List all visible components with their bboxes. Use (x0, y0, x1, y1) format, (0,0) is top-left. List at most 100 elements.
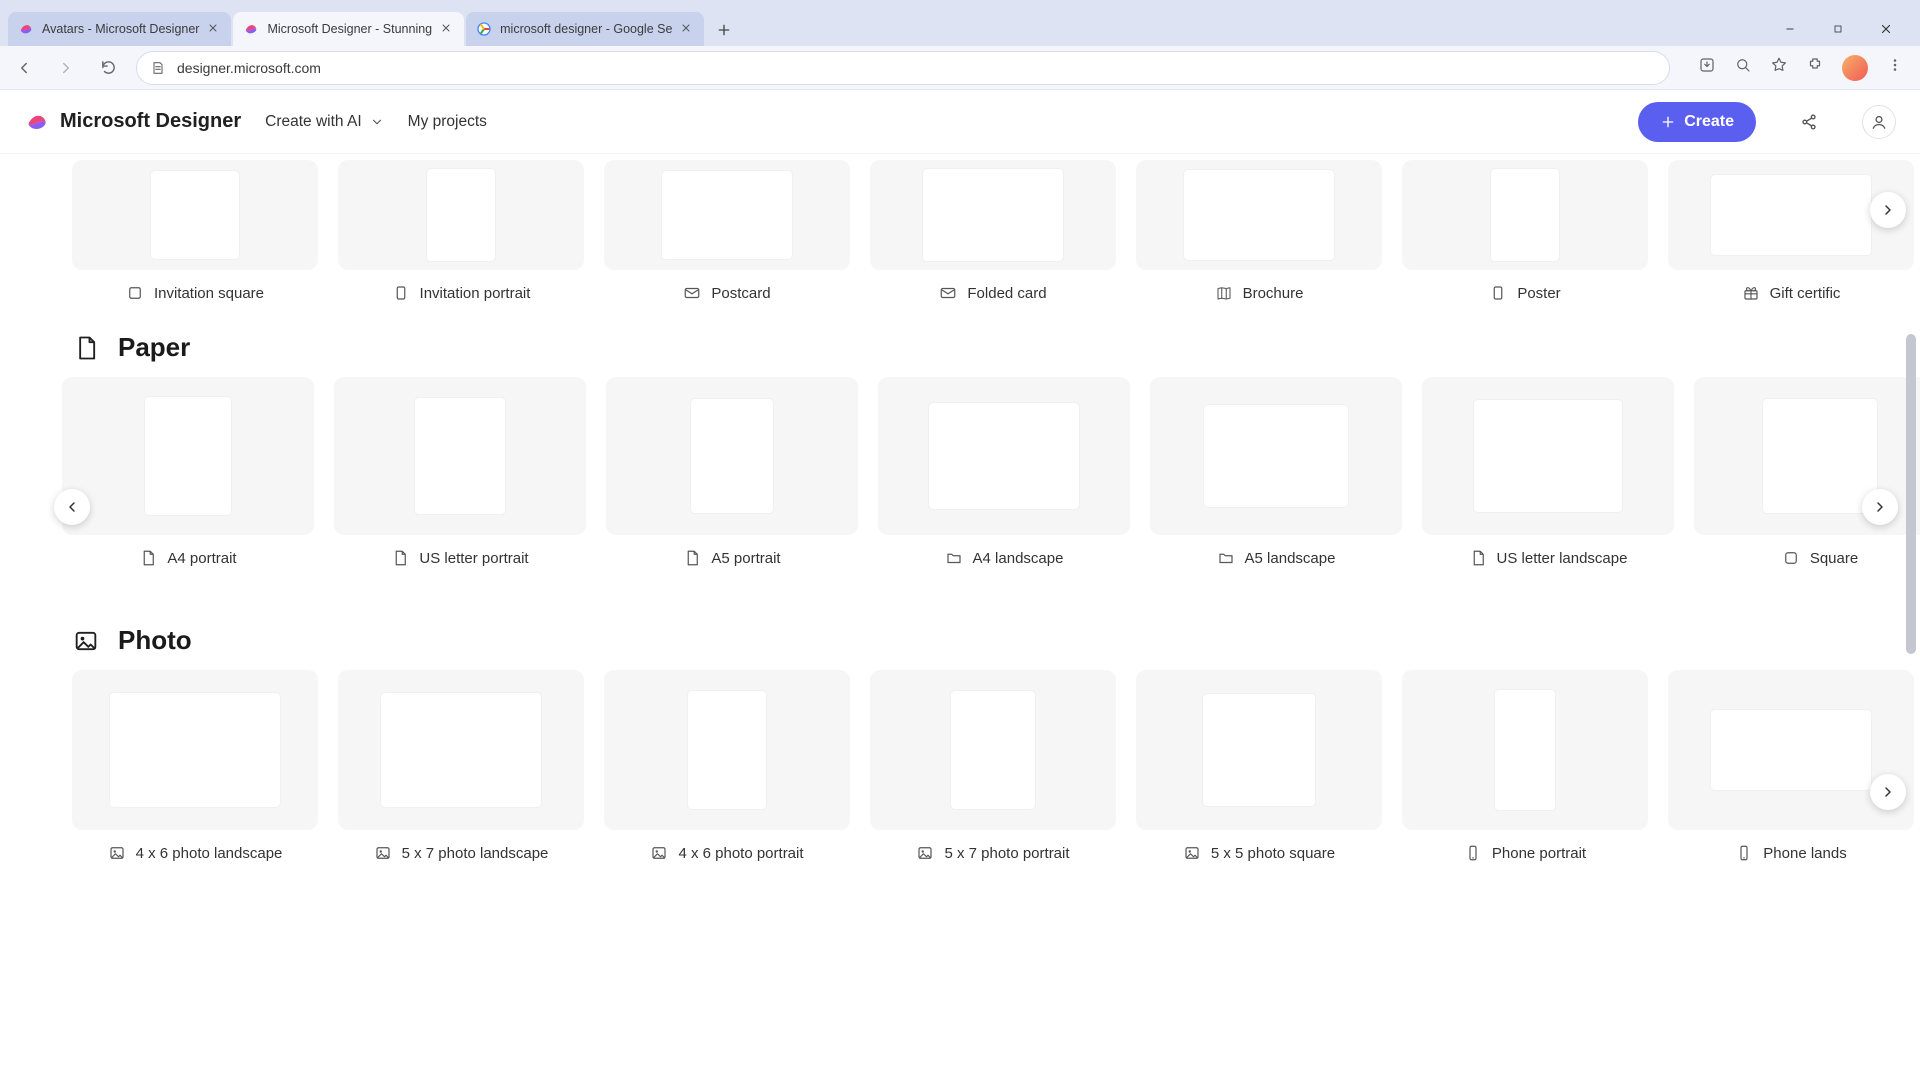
window-maximize-button[interactable] (1816, 14, 1860, 44)
my-projects-link[interactable]: My projects (408, 113, 487, 131)
template-label: Folded card (967, 285, 1046, 302)
template-label: 5 x 7 photo portrait (944, 845, 1069, 862)
template-card[interactable]: 5 x 7 photo landscape (338, 670, 584, 870)
address-bar: designer.microsoft.com (0, 46, 1920, 90)
account-icon[interactable] (1862, 105, 1896, 139)
tab-title: Microsoft Designer - Stunning (267, 22, 432, 36)
image-icon (650, 844, 668, 862)
folder-icon (1217, 549, 1235, 567)
template-card[interactable]: 4 x 6 photo portrait (604, 670, 850, 870)
template-label: 5 x 5 photo square (1211, 845, 1335, 862)
bookmark-icon[interactable] (1770, 56, 1788, 79)
doc-icon (1469, 549, 1487, 567)
create-with-ai-menu[interactable]: Create with AI (265, 113, 384, 131)
template-card[interactable]: A4 portrait (62, 377, 314, 575)
site-info-icon[interactable] (149, 59, 167, 77)
template-card[interactable]: 5 x 5 photo square (1136, 670, 1382, 870)
template-label: 5 x 7 photo landscape (402, 845, 549, 862)
nav-reload-button[interactable] (94, 54, 122, 82)
template-card[interactable]: Postcard (604, 160, 850, 304)
template-card[interactable]: Invitation square (72, 160, 318, 304)
phone-icon (1735, 844, 1753, 862)
plus-icon (1660, 114, 1676, 130)
window-minimize-button[interactable] (1768, 14, 1812, 44)
image-icon (72, 627, 100, 655)
template-card[interactable]: A4 landscape (878, 377, 1130, 575)
template-label: Phone lands (1763, 845, 1846, 862)
share-icon[interactable] (1792, 105, 1826, 139)
template-label: Square (1810, 550, 1858, 567)
template-card[interactable]: A5 portrait (606, 377, 858, 575)
template-label: Invitation portrait (420, 285, 531, 302)
install-app-icon[interactable] (1698, 56, 1716, 79)
template-card[interactable]: A5 landscape (1150, 377, 1402, 575)
gift-icon (1742, 284, 1760, 302)
paper-section: Paper A4 portraitUS letter portraitA5 po… (72, 304, 1920, 579)
square-icon (126, 284, 144, 302)
profile-avatar[interactable] (1842, 55, 1868, 81)
browser-tab[interactable]: microsoft designer - Google Se (466, 12, 704, 46)
designer-favicon-icon (18, 21, 34, 37)
template-card[interactable]: Poster (1402, 160, 1648, 304)
template-card[interactable]: Invitation portrait (338, 160, 584, 304)
template-label: Invitation square (154, 285, 264, 302)
phone-icon (1464, 844, 1482, 862)
template-label: US letter portrait (419, 550, 528, 567)
carousel-next-button[interactable] (1862, 489, 1898, 525)
new-tab-button[interactable] (710, 16, 738, 44)
window-controls (1768, 12, 1912, 46)
template-card[interactable]: US letter portrait (334, 377, 586, 575)
mail-icon (939, 284, 957, 302)
app-logo-wrap[interactable]: Microsoft Designer (24, 109, 241, 135)
template-card[interactable]: Brochure (1136, 160, 1382, 304)
tab-title: microsoft designer - Google Se (500, 22, 672, 36)
app-header: Microsoft Designer Create with AI My pro… (0, 90, 1920, 154)
create-button-label: Create (1684, 113, 1734, 131)
portrait-icon (392, 284, 410, 302)
zoom-icon[interactable] (1734, 56, 1752, 79)
browser-menu-icon[interactable] (1886, 56, 1904, 79)
template-label: Poster (1517, 285, 1560, 302)
designer-logo-icon (24, 109, 50, 135)
nav-forward-button[interactable] (52, 54, 80, 82)
template-label: Brochure (1243, 285, 1304, 302)
square-o-icon (1782, 549, 1800, 567)
tab-close-button[interactable] (680, 22, 694, 36)
carousel-prev-button[interactable] (54, 489, 90, 525)
template-card[interactable]: 5 x 7 photo portrait (870, 670, 1116, 870)
window-close-button[interactable] (1864, 14, 1908, 44)
document-icon (72, 334, 100, 362)
template-card[interactable]: 4 x 6 photo landscape (72, 670, 318, 870)
mail-icon (683, 284, 701, 302)
template-card[interactable]: Square (1694, 377, 1920, 575)
template-card[interactable]: Gift certific (1668, 160, 1914, 304)
create-button[interactable]: Create (1638, 102, 1756, 142)
omnibox[interactable]: designer.microsoft.com (136, 51, 1670, 85)
template-card[interactable]: Folded card (870, 160, 1116, 304)
tab-title: Avatars - Microsoft Designer (42, 22, 199, 36)
designer-favicon-icon (243, 21, 259, 37)
template-card[interactable]: US letter landscape (1422, 377, 1674, 575)
image-icon (916, 844, 934, 862)
extensions-icon[interactable] (1806, 56, 1824, 79)
template-card[interactable]: Phone portrait (1402, 670, 1648, 870)
image-icon (374, 844, 392, 862)
template-card[interactable]: Phone lands (1668, 670, 1914, 870)
tab-close-button[interactable] (207, 22, 221, 36)
tab-close-button[interactable] (440, 22, 454, 36)
app-title: Microsoft Designer (60, 110, 241, 133)
template-label: 4 x 6 photo landscape (136, 845, 283, 862)
template-label: A4 portrait (167, 550, 236, 567)
doc-icon (139, 549, 157, 567)
tab-strip: Avatars - Microsoft Designer Microsoft De… (0, 0, 1920, 46)
carousel-next-button[interactable] (1870, 774, 1906, 810)
template-label: Gift certific (1770, 285, 1841, 302)
create-with-ai-label: Create with AI (265, 113, 362, 131)
vertical-scrollbar[interactable] (1904, 154, 1918, 1080)
carousel-next-button[interactable] (1870, 192, 1906, 228)
nav-back-button[interactable] (10, 54, 38, 82)
browser-tab[interactable]: Avatars - Microsoft Designer (8, 12, 231, 46)
browser-tab[interactable]: Microsoft Designer - Stunning (233, 12, 464, 46)
scrollbar-thumb[interactable] (1906, 334, 1916, 654)
template-label: A4 landscape (973, 550, 1064, 567)
